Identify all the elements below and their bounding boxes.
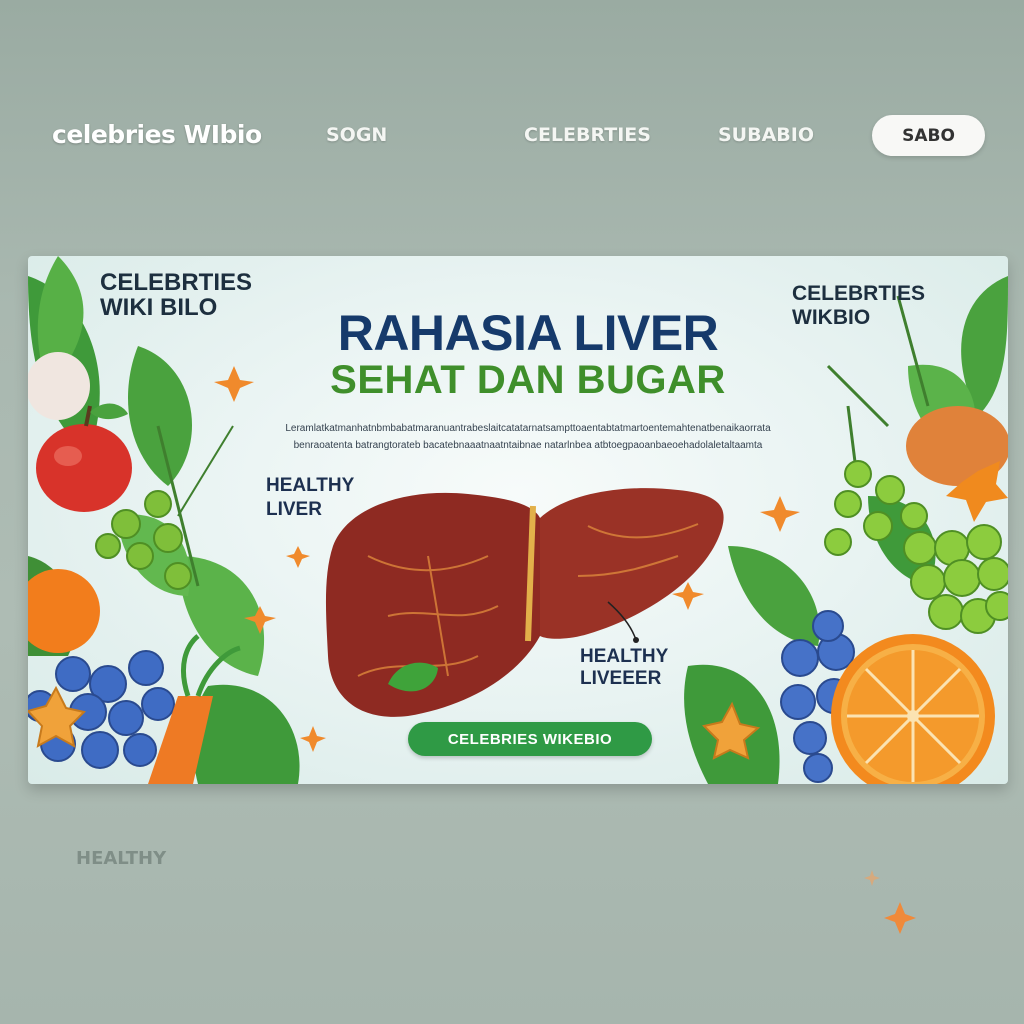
corner-label-right-line1: CELEBRTIES	[792, 282, 926, 305]
hero-banner: CELEBRTIES WIKI BILO CELEBRTIES WIKBIO R…	[28, 256, 1008, 784]
healthy-right-line1: HEALTHY	[580, 646, 669, 667]
corner-label-left-line2: WIKI BILO	[100, 294, 218, 321]
banner-subtitle: SEHAT DAN BUGAR	[330, 358, 726, 402]
healthy-liver-label-left: HEALTHY LIVER	[266, 474, 386, 522]
healthy-liver-label-right: HEALTHY LIVEEER	[580, 646, 720, 690]
nav-link-sign[interactable]: SOGN	[326, 124, 387, 146]
footer-healthy-text: HEALTHY	[76, 848, 167, 869]
orange-left-illustration	[28, 569, 100, 653]
banner-corner-label-right: CELEBRTIES WIKBIO	[792, 282, 972, 330]
top-nav: celebries WIbio SOGN CELEBRTIES SUBABIO …	[0, 100, 1024, 170]
healthy-right-line2: LIVEEER	[580, 668, 662, 689]
brand-logo[interactable]: celebries WIbio	[52, 120, 262, 149]
banner-paragraph: Leramlatkatmanhatnbmbabatmaranuantrabesl…	[273, 420, 783, 454]
healthy-left-line2: LIVER	[266, 499, 322, 520]
nav-link-celebrities[interactable]: CELEBRTIES	[524, 124, 651, 146]
banner-cta-pill[interactable]: CELEBRIES WIKEBIO	[408, 722, 652, 756]
paragraph-line-2: benraoatenta batrangtorateb bacatebnaaat…	[293, 440, 763, 451]
corner-label-left-line1: CELEBRTIES	[100, 269, 253, 296]
sparkle-icon	[864, 870, 916, 934]
banner-title: RAHASIA LIVER	[337, 305, 719, 361]
orange-slice-illustration	[831, 634, 995, 784]
nav-link-sub[interactable]: SUBABIO	[718, 124, 814, 146]
banner-corner-label-left: CELEBRTIES WIKI BILO	[100, 270, 280, 320]
healthy-left-line1: HEALTHY	[266, 475, 355, 496]
nav-button[interactable]: SABO	[872, 115, 985, 156]
paragraph-line-1: Leramlatkatmanhatnbmbabatmaranuantrabesl…	[285, 423, 771, 434]
corner-label-right-line2: WIKBIO	[792, 306, 871, 329]
apple-illustration	[28, 352, 132, 512]
